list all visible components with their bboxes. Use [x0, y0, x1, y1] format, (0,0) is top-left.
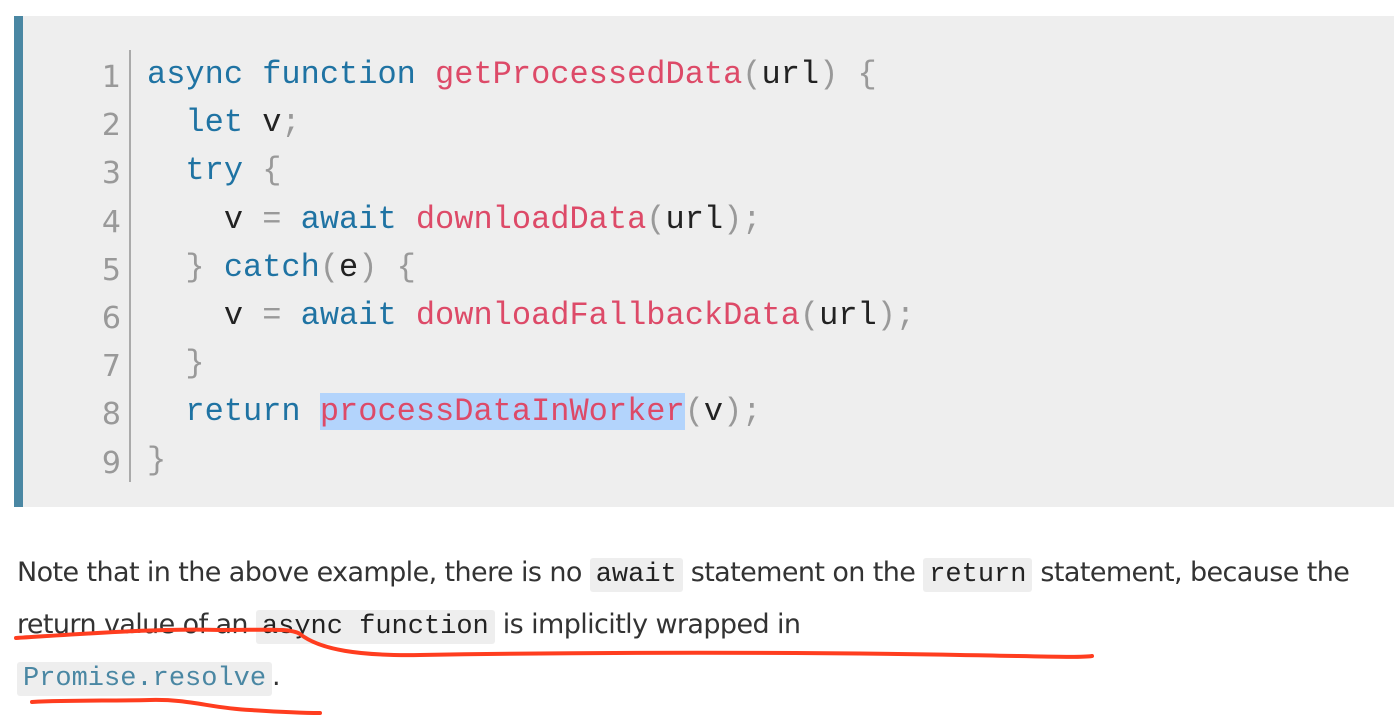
code-token: ( [684, 393, 704, 431]
code-token: url [665, 200, 724, 238]
inline-code-promise-resolve-link[interactable]: Promise.resolve [17, 662, 273, 696]
code-token: v [147, 296, 263, 334]
text: is implicitly wrapped in [494, 609, 801, 640]
code-token: ) { [819, 56, 877, 93]
code-token: = [262, 200, 301, 238]
code-content[interactable]: async function getProcessedData(url) { l… [147, 51, 915, 485]
code-token: } [185, 345, 205, 383]
code-token: ( [319, 248, 340, 286]
code-token: ; [281, 104, 301, 142]
code-token: async [147, 56, 263, 93]
code-line: return processDataInWorker(v); [147, 388, 915, 436]
code-line: } [147, 437, 915, 485]
code-line: v = await downloadFallbackData(url); [147, 292, 915, 340]
line-number: 8 [101, 397, 121, 433]
inline-code-async-function: async function [255, 610, 495, 644]
code-block: 1 2 3 4 5 6 7 8 9 async function getProcessedDat… [14, 16, 1394, 507]
code-token: v [703, 393, 724, 431]
code-token: { [262, 152, 282, 190]
text: Note that in the above example, there is… [17, 557, 590, 588]
text: statement on the [682, 557, 924, 588]
code-token: try [185, 152, 263, 190]
code-token: ( [646, 200, 666, 238]
code-line: try { [147, 147, 915, 195]
code-token: ); [876, 296, 916, 334]
code-token: url [761, 56, 820, 93]
explanation-paragraph: Note that in the above example, there is… [17, 548, 1387, 704]
inline-code-await: await [589, 558, 683, 592]
line-number: 7 [101, 349, 121, 385]
line-number: 5 [101, 252, 121, 288]
code-token: catch [223, 248, 320, 286]
code-line: } catch(e) { [147, 244, 915, 292]
code-line: v = await downloadData(url); [147, 196, 915, 244]
code-token: downloadFallbackData [415, 296, 800, 334]
line-number: 9 [101, 445, 121, 481]
line-number: 3 [101, 156, 121, 192]
code-token: function [262, 56, 436, 93]
code-token: return [185, 393, 320, 431]
line-numbers: 1 2 3 4 5 6 7 8 9 [79, 54, 121, 488]
code-line: async function getProcessedData(url) { [147, 51, 915, 99]
code-token: url [819, 296, 877, 334]
code-token: ( [799, 296, 820, 334]
code-line: } [147, 340, 915, 388]
code-token: v [147, 200, 263, 238]
text: . [272, 661, 281, 692]
line-number: 4 [101, 204, 121, 240]
code-token: v [262, 104, 282, 142]
code-token: ); [723, 393, 762, 431]
code-token: ) { [358, 248, 416, 286]
code-line: let v; [147, 99, 915, 147]
code-token: e [339, 248, 359, 286]
code-token: downloadData [415, 200, 647, 238]
code-token: let [185, 104, 263, 142]
code-token: await [300, 296, 416, 334]
gutter-divider [129, 50, 131, 482]
line-number: 1 [101, 60, 121, 95]
code-token: await [300, 200, 416, 238]
code-token: ( [742, 56, 762, 93]
line-number: 2 [101, 108, 121, 144]
code-token: } [147, 441, 167, 479]
code-token: = [262, 296, 301, 334]
code-token: ); [723, 200, 762, 238]
code-token: } [185, 248, 224, 286]
selected-token: processDataInWorker [319, 393, 685, 431]
inline-code-return: return [923, 558, 1033, 592]
line-number: 6 [101, 301, 121, 337]
code-token: getProcessedData [435, 56, 743, 93]
